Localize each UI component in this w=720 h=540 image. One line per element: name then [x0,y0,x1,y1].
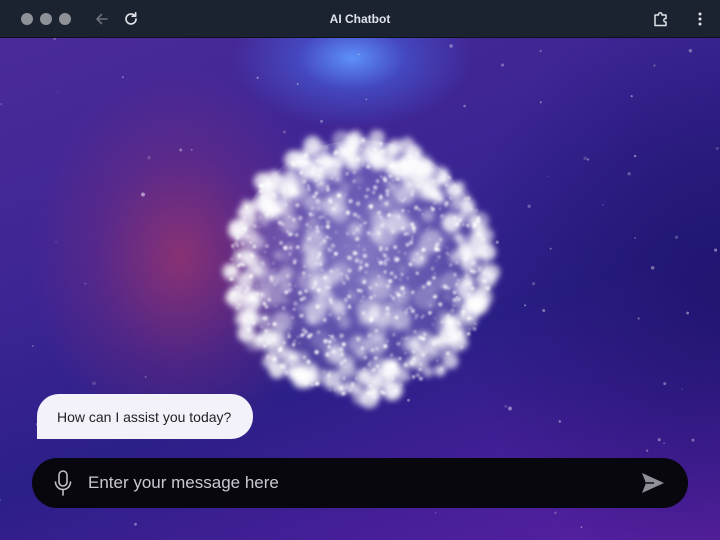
window-controls [21,12,71,25]
kebab-menu-icon [698,12,702,26]
assistant-message-text: How can I assist you today? [57,408,232,425]
extension-puzzle-icon [654,12,667,27]
more-menu-button[interactable] [690,9,710,29]
chat-content: How can I assist you today? [0,38,720,540]
back-button[interactable] [92,9,112,29]
close-window-button[interactable] [21,12,33,25]
send-button[interactable] [640,470,666,496]
extensions-button[interactable] [651,9,671,29]
voice-input-button[interactable] [52,469,74,497]
send-icon [642,473,664,493]
message-composer [32,458,688,508]
minimize-window-button[interactable] [40,12,52,25]
message-input[interactable] [88,463,640,503]
browser-window: AI Chatbot How can I assist you today? E… [0,0,720,540]
assistant-message-bubble: How can I assist you today? [37,394,253,439]
back-arrow-icon [96,13,108,24]
maximize-window-button[interactable] [59,12,71,25]
title-bar: AI Chatbot [0,0,720,38]
reload-icon [125,11,137,25]
reload-button[interactable] [121,9,141,29]
microphone-icon [54,470,72,496]
